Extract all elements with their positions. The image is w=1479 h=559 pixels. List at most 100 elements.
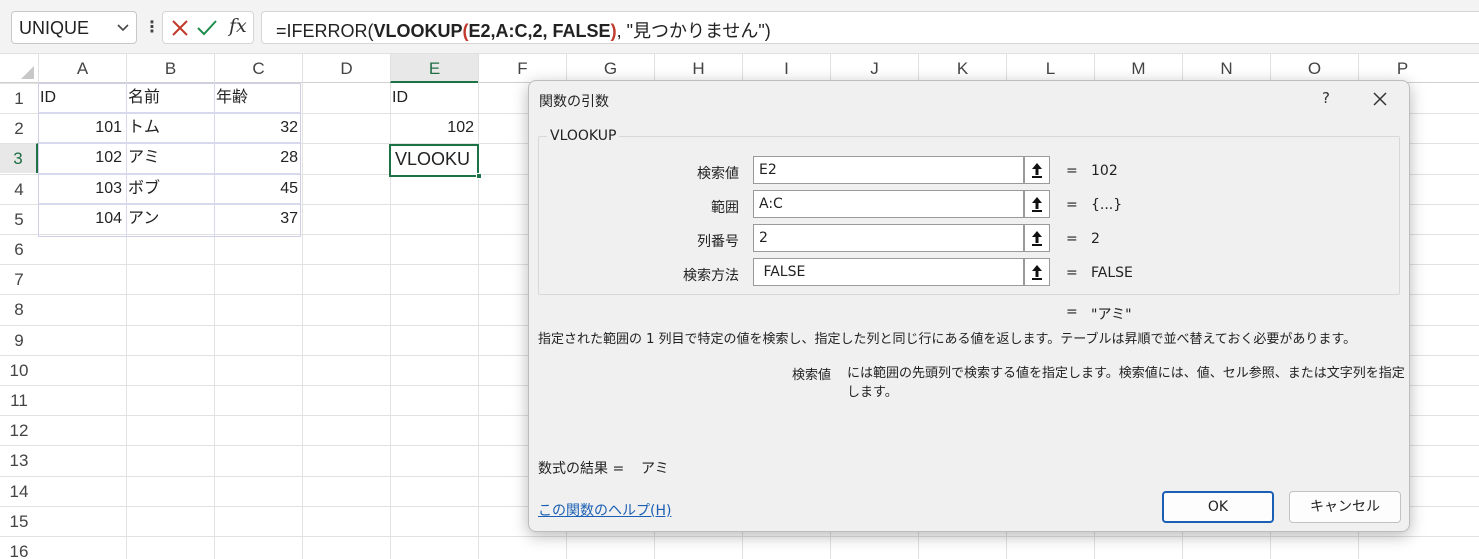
row-header-7[interactable]: 7 (0, 264, 38, 294)
arg-result-col-index: 2 (1091, 231, 1100, 247)
function-result-preview: "アミ" (1091, 307, 1132, 323)
collapse-dialog-button[interactable] (1024, 258, 1050, 286)
column-header-k[interactable]: K (918, 54, 1006, 83)
arg-input-col-index[interactable]: 2 (753, 224, 1024, 252)
cell-e1[interactable]: ID (390, 83, 478, 113)
arg-result-range-lookup: FALSE (1091, 265, 1133, 281)
column-header-g[interactable]: G (566, 54, 654, 83)
row-header-2[interactable]: 2 (0, 113, 38, 143)
row-headers: 1 2 3 4 5 6 7 8 9 10 11 12 13 14 15 16 (0, 83, 38, 559)
cell-a1[interactable]: ID (38, 83, 126, 113)
column-header-a[interactable]: A (38, 54, 126, 83)
row-header-12[interactable]: 12 (0, 415, 38, 445)
cell-b4[interactable]: ボブ (126, 174, 214, 204)
cell-a2[interactable]: 101 (38, 113, 126, 143)
function-help-link[interactable]: この関数のヘルプ(H) (538, 500, 671, 520)
column-header-m[interactable]: M (1094, 54, 1182, 83)
grid-row-line (38, 536, 1479, 537)
arg-equals: = (1066, 265, 1078, 281)
name-box-value: UNIQUE (19, 18, 90, 38)
column-header-c[interactable]: C (214, 54, 302, 83)
cell-c1[interactable]: 年齢 (214, 83, 302, 113)
cancel-button[interactable]: キャンセル (1289, 491, 1401, 523)
collapse-dialog-button[interactable] (1024, 190, 1050, 218)
formula-part: , "見つかりません") (616, 21, 771, 41)
cell-a5[interactable]: 104 (38, 204, 126, 234)
upload-arrow-icon (1032, 265, 1042, 280)
column-header-j[interactable]: J (830, 54, 918, 83)
name-box[interactable]: UNIQUE (11, 11, 137, 44)
function-arguments-dialog: 関数の引数 ? VLOOKUP 検索値 E2 = 102 範囲 A:C = {.… (528, 80, 1410, 532)
row-header-1[interactable]: 1 (0, 83, 38, 113)
collapse-dialog-button[interactable] (1024, 156, 1050, 184)
row-header-13[interactable]: 13 (0, 445, 38, 475)
formula-buttons: fx (162, 11, 254, 44)
column-header-p[interactable]: P (1358, 54, 1446, 83)
formula-toolbar: UNIQUE ⋮ fx =IFERROR(VLOOKUP(E2,A:C,2, F… (0, 0, 1479, 54)
arg-label-lookup-value: 検索値 (697, 166, 739, 182)
row-header-16[interactable]: 16 (0, 536, 38, 559)
collapse-dialog-button[interactable] (1024, 224, 1050, 252)
fill-handle[interactable] (476, 173, 482, 179)
column-header-d[interactable]: D (302, 54, 390, 83)
arg-equals: = (1066, 197, 1078, 213)
column-header-n[interactable]: N (1182, 54, 1270, 83)
cell-c5[interactable]: 37 (214, 204, 302, 234)
cell-b2[interactable]: トム (126, 113, 214, 143)
cell-c4[interactable]: 45 (214, 174, 302, 204)
cell-c3[interactable]: 28 (214, 143, 302, 173)
row-header-14[interactable]: 14 (0, 475, 38, 506)
arg-result-lookup-value: 102 (1091, 163, 1118, 179)
arg-input-table-array[interactable]: A:C (753, 190, 1024, 218)
row-header-10[interactable]: 10 (0, 354, 38, 385)
column-header-b[interactable]: B (126, 54, 214, 83)
help-button[interactable]: ? (1317, 89, 1335, 109)
arg-input-range-lookup[interactable]: FALSE (753, 258, 1024, 286)
arg-description-text: には範囲の先頭列で検索する値を指定します。検索値には、値、セル参照、または文字列… (847, 366, 1405, 400)
cell-a4[interactable]: 103 (38, 174, 126, 204)
row-header-6[interactable]: 6 (0, 234, 38, 264)
arg-label-col-index: 列番号 (697, 234, 739, 250)
arg-equals: = (1066, 163, 1078, 179)
more-options-icon[interactable]: ⋮ (144, 15, 160, 39)
cell-b3[interactable]: アミ (126, 143, 214, 173)
column-header-h[interactable]: H (654, 54, 742, 83)
cancel-icon[interactable] (168, 16, 192, 40)
upload-arrow-icon (1032, 163, 1042, 178)
insert-function-icon[interactable]: fx (229, 15, 247, 37)
row-header-11[interactable]: 11 (0, 385, 38, 415)
upload-arrow-icon (1032, 197, 1042, 212)
chevron-down-icon[interactable] (116, 20, 130, 34)
select-all-corner[interactable] (0, 54, 38, 83)
column-header-i[interactable]: I (742, 54, 830, 83)
row-header-4[interactable]: 4 (0, 173, 38, 204)
cell-b5[interactable]: アン (126, 204, 214, 234)
column-header-o[interactable]: O (1270, 54, 1358, 83)
cell-c2[interactable]: 32 (214, 113, 302, 143)
row-header-15[interactable]: 15 (0, 505, 38, 536)
column-header-f[interactable]: F (478, 54, 566, 83)
cell-b1[interactable]: 名前 (126, 83, 214, 113)
active-cell-value: VLOOKU (395, 149, 471, 169)
row-header-3[interactable]: 3 (0, 143, 38, 174)
formula-part: =IFERROR( (276, 21, 374, 41)
active-cell[interactable]: VLOOKU (389, 144, 479, 177)
row-header-5[interactable]: 5 (0, 203, 38, 234)
column-header-l[interactable]: L (1006, 54, 1094, 83)
ok-button[interactable]: OK (1162, 491, 1274, 523)
row-header-8[interactable]: 8 (0, 294, 38, 324)
row-header-9[interactable]: 9 (0, 324, 38, 355)
cell-a3[interactable]: 102 (38, 143, 126, 173)
formula-input[interactable]: =IFERROR(VLOOKUP(E2,A:C,2, FALSE), "見つかり… (261, 11, 1479, 44)
result-equals: = (1066, 304, 1078, 320)
formula-part: VLOOKUP (373, 21, 463, 41)
arg-label-table-array: 範囲 (711, 200, 739, 216)
enter-check-icon[interactable] (195, 16, 219, 40)
arg-input-lookup-value[interactable]: E2 (753, 156, 1024, 184)
column-header-e[interactable]: E (390, 54, 478, 83)
close-icon[interactable] (1367, 87, 1393, 111)
cell-e2[interactable]: 102 (390, 113, 478, 143)
function-description: 指定された範囲の 1 列目で特定の値を検索し、指定した列と同じ行にある値を返しま… (538, 332, 1357, 347)
arg-label-range-lookup: 検索方法 (683, 268, 739, 284)
formula-part: E2,A:C,2, FALSE (468, 21, 611, 41)
